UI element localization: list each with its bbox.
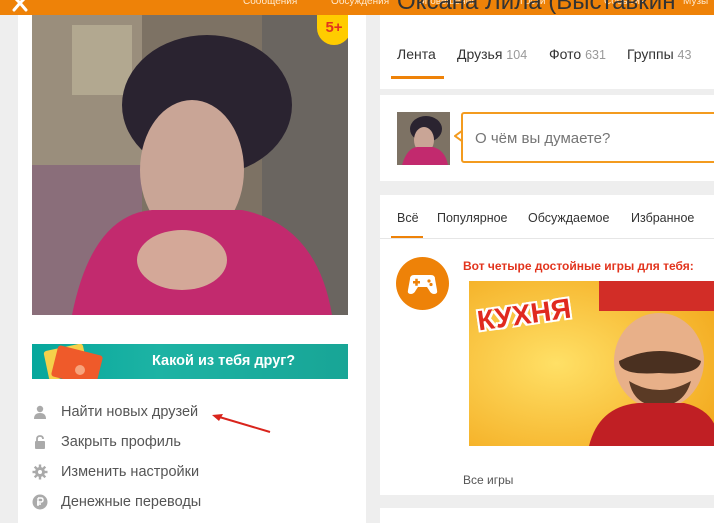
menu-label: Денежные переводы (61, 494, 202, 510)
game-banner[interactable]: КУХНЯ (469, 281, 714, 446)
tab-count: 43 (677, 48, 692, 62)
feed-tab-favorites[interactable]: Избранное (631, 211, 694, 225)
lock-icon (35, 435, 45, 449)
gamepad-icon (407, 275, 438, 294)
all-games-link[interactable]: Все игры (463, 473, 513, 487)
nav-discussions[interactable]: Обсуждения (331, 0, 389, 8)
feed-tab-discussed[interactable]: Обсуждаемое (528, 211, 609, 225)
menu-label: Найти новых друзей (61, 404, 199, 420)
user-icon (34, 405, 46, 419)
tab-label: Лента (397, 46, 436, 62)
divider (380, 238, 714, 239)
nav-messages[interactable]: Сообщения (243, 0, 297, 8)
nav-music[interactable]: Музы (683, 0, 708, 8)
ruble-icon (32, 494, 48, 510)
tab-friends[interactable]: Друзья 104 (457, 46, 527, 62)
profile-photo[interactable]: 5+ (32, 15, 348, 315)
profile-photo-image (32, 15, 348, 315)
active-tab-indicator (391, 76, 444, 79)
tab-label: Фото (549, 46, 582, 62)
tab-feed[interactable]: Лента (397, 46, 436, 62)
post-input[interactable] (475, 126, 705, 150)
tab-count: 104 (506, 48, 528, 62)
banner-text: Какой из тебя друг? (152, 353, 296, 369)
profile-name: Оксана Лила (Выставкин (397, 0, 676, 15)
post-composer[interactable] (461, 112, 714, 163)
tab-label: Группы (627, 46, 674, 62)
tab-count: 631 (585, 48, 606, 62)
feed-tab-popular[interactable]: Популярное (437, 211, 508, 225)
gear-icon (32, 464, 48, 480)
game-promo-title[interactable]: Вот четыре достойные игры для тебя: (463, 259, 694, 273)
menu-change-settings[interactable]: Изменить настройки (32, 462, 332, 482)
friend-quiz-banner[interactable]: Какой из тебя друг? (32, 344, 348, 379)
next-feed-card (380, 508, 714, 523)
ok-logo-icon[interactable] (10, 0, 30, 12)
menu-find-friends[interactable]: Найти новых друзей (32, 402, 332, 422)
tab-label: Друзья (457, 46, 503, 62)
composer-avatar-image (397, 112, 450, 165)
tab-photos[interactable]: Фото 631 (549, 46, 606, 62)
feed-tab-all[interactable]: Всё (397, 211, 419, 225)
envelope-icon (43, 344, 103, 379)
age-badge: 5+ (317, 15, 348, 45)
left-column: 5+ Какой из тебя друг? Найти новых друзе… (18, 15, 366, 523)
page: Сообщения Обсуждения Оповещения Гости Со… (0, 0, 714, 523)
composer-avatar[interactable] (397, 112, 450, 165)
menu-label: Изменить настройки (61, 464, 200, 480)
menu-close-profile[interactable]: Закрыть профиль (32, 432, 332, 452)
game-avatar[interactable] (396, 257, 449, 310)
tab-groups[interactable]: Группы 43 (627, 46, 691, 62)
menu-label: Закрыть профиль (61, 434, 181, 450)
menu-money-transfers[interactable]: Денежные переводы (32, 492, 332, 512)
